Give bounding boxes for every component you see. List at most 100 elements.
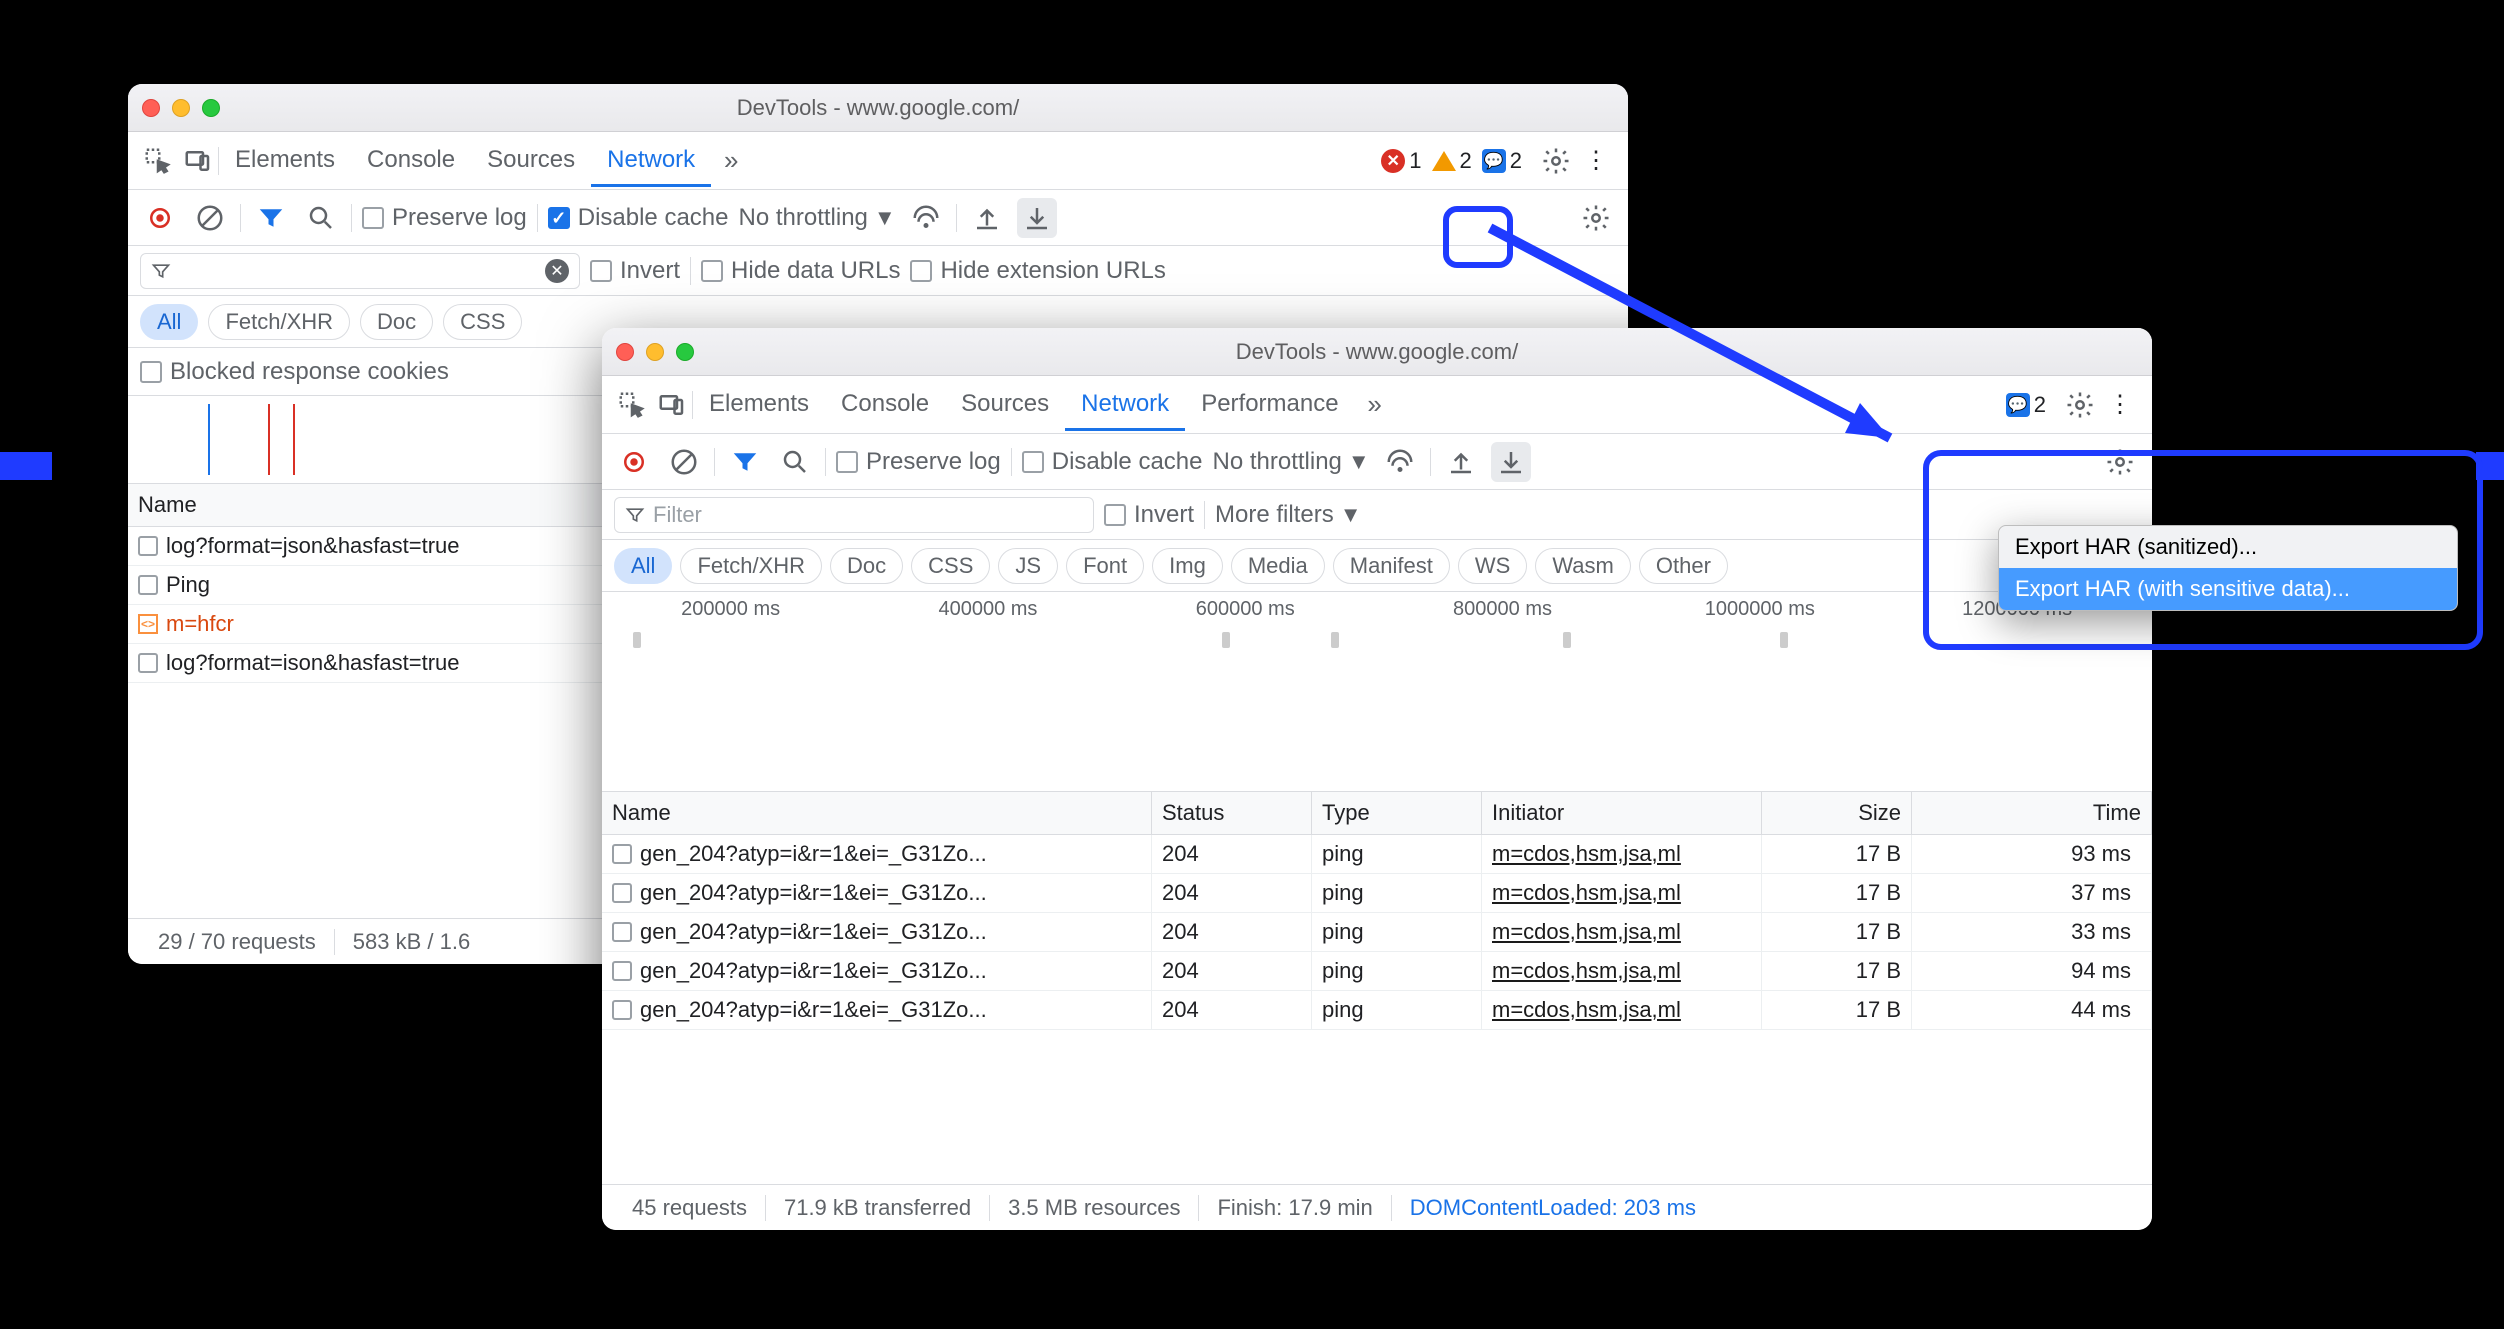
row-checkbox[interactable] [612, 961, 632, 981]
row-checkbox[interactable] [612, 883, 632, 903]
type-all[interactable]: All [614, 548, 672, 584]
tab-console[interactable]: Console [825, 378, 945, 431]
throttling-dropdown[interactable]: No throttling▼ [738, 204, 895, 232]
error-badge[interactable]: ✕1 [1381, 148, 1421, 174]
hide-data-urls-checkbox[interactable]: Hide data URLs [701, 257, 900, 285]
filter-input[interactable]: ✕ [140, 253, 580, 289]
tab-sources[interactable]: Sources [471, 134, 591, 187]
row-checkbox[interactable] [138, 536, 158, 556]
more-tabs-icon[interactable]: » [711, 141, 751, 181]
row-checkbox[interactable] [612, 1000, 632, 1020]
request-name[interactable]: log?format=ison&hasfast=true [166, 650, 460, 676]
type-media[interactable]: Media [1231, 548, 1325, 584]
filter-icon[interactable] [251, 198, 291, 238]
clear-button[interactable] [664, 442, 704, 482]
record-button[interactable] [614, 442, 654, 482]
table-row[interactable]: gen_204?atyp=i&r=1&ei=_G31Zo...204pingm=… [602, 835, 2152, 874]
clear-filter-icon[interactable]: ✕ [545, 259, 569, 283]
tab-performance[interactable]: Performance [1185, 378, 1354, 431]
network-conditions-icon[interactable] [1380, 442, 1420, 482]
disable-cache-checkbox[interactable]: Disable cache [548, 204, 729, 232]
table-row[interactable]: gen_204?atyp=i&r=1&ei=_G31Zo...204pingm=… [602, 991, 2152, 1030]
col-type[interactable]: Type [1312, 792, 1482, 834]
filter-input[interactable]: Filter [614, 497, 1094, 533]
col-initiator[interactable]: Initiator [1482, 792, 1762, 834]
kebab-menu-icon[interactable]: ⋮ [2100, 385, 2140, 425]
settings-icon[interactable] [1536, 141, 1576, 181]
request-name[interactable]: Ping [166, 572, 210, 598]
col-status[interactable]: Status [1152, 792, 1312, 834]
request-name[interactable]: gen_204?atyp=i&r=1&ei=_G31Zo... [640, 919, 987, 945]
type-ws[interactable]: WS [1458, 548, 1527, 584]
preserve-log-checkbox[interactable]: Preserve log [362, 204, 527, 232]
request-name[interactable]: gen_204?atyp=i&r=1&ei=_G31Zo... [640, 958, 987, 984]
type-all[interactable]: All [140, 304, 198, 340]
request-initiator[interactable]: m=cdos,hsm,jsa,ml [1482, 952, 1762, 990]
column-headers[interactable]: Name Status Type Initiator Size Time [602, 792, 2152, 835]
hide-ext-urls-checkbox[interactable]: Hide extension URLs [910, 257, 1165, 285]
table-row[interactable]: gen_204?atyp=i&r=1&ei=_G31Zo...204pingm=… [602, 874, 2152, 913]
type-doc[interactable]: Doc [830, 548, 903, 584]
titlebar[interactable]: DevTools - www.google.com/ [128, 84, 1628, 132]
overview-timeline[interactable]: 200000 ms 400000 ms 600000 ms 800000 ms … [602, 592, 2152, 792]
select-element-icon[interactable] [138, 141, 178, 181]
col-size[interactable]: Size [1762, 792, 1912, 834]
kebab-menu-icon[interactable]: ⋮ [1576, 141, 1616, 181]
more-filters-dropdown[interactable]: More filters▼ [1215, 501, 1361, 529]
settings-icon[interactable] [2060, 385, 2100, 425]
throttling-dropdown[interactable]: No throttling▼ [1212, 448, 1369, 476]
tab-elements[interactable]: Elements [219, 134, 351, 187]
type-other[interactable]: Other [1639, 548, 1728, 584]
menu-export-sensitive[interactable]: Export HAR (with sensitive data)... [1999, 568, 2457, 610]
disable-cache-checkbox[interactable]: Disable cache [1022, 448, 1203, 476]
tab-network[interactable]: Network [1065, 378, 1185, 431]
type-manifest[interactable]: Manifest [1333, 548, 1450, 584]
request-list[interactable]: gen_204?atyp=i&r=1&ei=_G31Zo...204pingm=… [602, 835, 2152, 1030]
row-checkbox[interactable] [138, 653, 158, 673]
tab-network[interactable]: Network [591, 134, 711, 187]
request-name[interactable]: log?format=json&hasfast=true [166, 533, 460, 559]
col-name[interactable]: Name [602, 792, 1152, 834]
menu-export-sanitized[interactable]: Export HAR (sanitized)... [1999, 526, 2457, 568]
preserve-log-checkbox[interactable]: Preserve log [836, 448, 1001, 476]
filter-icon[interactable] [725, 442, 765, 482]
tab-console[interactable]: Console [351, 134, 471, 187]
search-icon[interactable] [775, 442, 815, 482]
request-initiator[interactable]: m=cdos,hsm,jsa,ml [1482, 874, 1762, 912]
row-checkbox[interactable] [138, 575, 158, 595]
type-css[interactable]: CSS [911, 548, 990, 584]
request-name[interactable]: gen_204?atyp=i&r=1&ei=_G31Zo... [640, 841, 987, 867]
import-har-icon[interactable] [1441, 442, 1481, 482]
export-har-icon[interactable] [1017, 198, 1057, 238]
import-har-icon[interactable] [967, 198, 1007, 238]
select-element-icon[interactable] [612, 385, 652, 425]
clear-button[interactable] [190, 198, 230, 238]
type-img[interactable]: Img [1152, 548, 1223, 584]
more-tabs-icon[interactable]: » [1355, 385, 1395, 425]
table-row[interactable]: gen_204?atyp=i&r=1&ei=_G31Zo...204pingm=… [602, 913, 2152, 952]
info-badge[interactable]: 💬2 [1482, 148, 1522, 174]
info-badge[interactable]: 💬2 [2006, 392, 2046, 418]
type-fetch[interactable]: Fetch/XHR [208, 304, 350, 340]
network-conditions-icon[interactable] [906, 198, 946, 238]
device-toolbar-icon[interactable] [178, 141, 218, 181]
request-name[interactable]: m=hfcr [166, 611, 234, 637]
type-wasm[interactable]: Wasm [1535, 548, 1631, 584]
type-font[interactable]: Font [1066, 548, 1144, 584]
blocked-cookies-checkbox[interactable]: Blocked response cookies [140, 358, 449, 386]
request-initiator[interactable]: m=cdos,hsm,jsa,ml [1482, 913, 1762, 951]
type-fetch[interactable]: Fetch/XHR [680, 548, 822, 584]
search-icon[interactable] [301, 198, 341, 238]
table-row[interactable]: gen_204?atyp=i&r=1&ei=_G31Zo...204pingm=… [602, 952, 2152, 991]
invert-checkbox[interactable]: Invert [590, 257, 680, 285]
request-name[interactable]: gen_204?atyp=i&r=1&ei=_G31Zo... [640, 880, 987, 906]
tab-sources[interactable]: Sources [945, 378, 1065, 431]
record-button[interactable] [140, 198, 180, 238]
row-checkbox[interactable] [612, 922, 632, 942]
row-checkbox[interactable] [612, 844, 632, 864]
request-name[interactable]: gen_204?atyp=i&r=1&ei=_G31Zo... [640, 997, 987, 1023]
request-initiator[interactable]: m=cdos,hsm,jsa,ml [1482, 835, 1762, 873]
type-js[interactable]: JS [998, 548, 1058, 584]
device-toolbar-icon[interactable] [652, 385, 692, 425]
type-css[interactable]: CSS [443, 304, 522, 340]
